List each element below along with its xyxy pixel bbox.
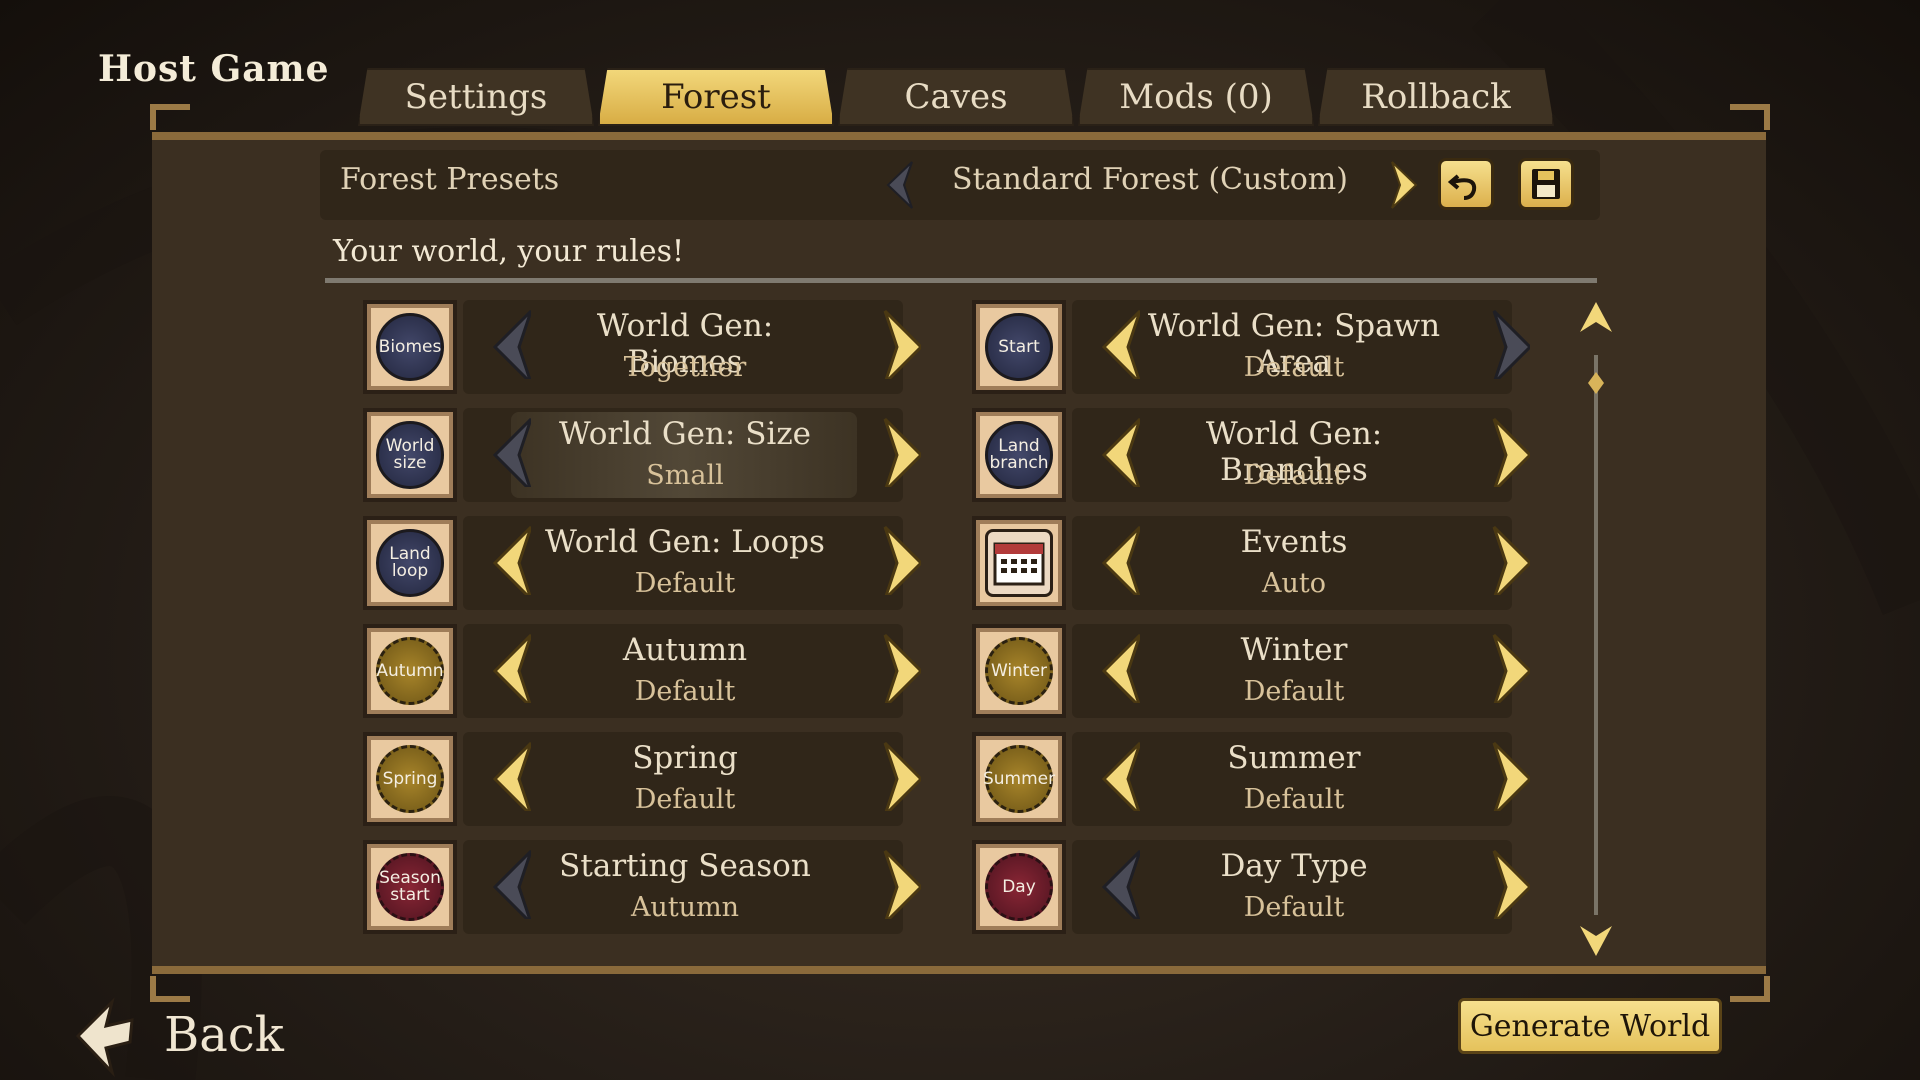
starting-season-next-arrow-icon[interactable] xyxy=(881,847,921,919)
frame-corner-top-right xyxy=(1730,104,1770,130)
tab-caves[interactable]: Caves xyxy=(838,68,1074,126)
starting-season-icon: Season start xyxy=(376,853,444,921)
summer-next-arrow-icon[interactable] xyxy=(1490,739,1530,811)
tab-rollback[interactable]: Rollback xyxy=(1318,68,1554,126)
winter-icon-frame: Winter xyxy=(972,624,1066,718)
option-value: Default xyxy=(634,784,736,815)
spring-icon-frame: Spring xyxy=(363,732,457,826)
world-gen-biomes-icon-frame: Biomes xyxy=(363,300,457,394)
frame-corner-top-left xyxy=(150,104,190,130)
world-gen-spawn-area-prev-arrow-icon[interactable] xyxy=(1100,307,1140,379)
calendar-icon xyxy=(985,529,1053,597)
option-title: World Gen: Loops xyxy=(545,524,825,560)
option-value: Autumn xyxy=(630,892,740,923)
option-value: Auto xyxy=(1262,568,1326,599)
world-gen-spawn-area-icon-frame: Start xyxy=(972,300,1066,394)
option-title: Summer xyxy=(1227,740,1361,776)
world-gen-loops-icon: Land loop xyxy=(376,529,444,597)
divider xyxy=(325,278,1597,283)
autumn-icon: Autumn xyxy=(376,637,444,705)
world-gen-spawn-area-next-arrow-icon[interactable] xyxy=(1490,307,1530,379)
scroll-up-arrow-icon[interactable] xyxy=(1578,300,1614,336)
preset-prev-arrow-icon[interactable] xyxy=(884,160,914,210)
world-gen-size-icon: World size xyxy=(376,421,444,489)
undo-arrow-icon xyxy=(1448,174,1477,200)
spring-next-arrow-icon[interactable] xyxy=(881,739,921,811)
option-title: World Gen: Size xyxy=(558,416,812,452)
winter-icon: Winter xyxy=(985,637,1053,705)
autumn-next-arrow-icon[interactable] xyxy=(881,631,921,703)
scroll-down-arrow-icon[interactable] xyxy=(1578,922,1614,958)
back-button[interactable]: Back xyxy=(72,990,284,1080)
day-type-prev-arrow-icon[interactable] xyxy=(1100,847,1140,919)
generate-world-button[interactable]: Generate World xyxy=(1458,998,1722,1054)
winter-next-arrow-icon[interactable] xyxy=(1490,631,1530,703)
option-title: Starting Season xyxy=(559,848,811,884)
spring-icon: Spring xyxy=(376,745,444,813)
screen-title: Host Game xyxy=(98,48,330,90)
world-gen-loops-next-arrow-icon[interactable] xyxy=(881,523,921,595)
world-gen-biomes-icon: Biomes xyxy=(376,313,444,381)
summer-icon: Summer xyxy=(983,745,1055,813)
option-value: Together xyxy=(623,352,747,383)
option-title: Autumn xyxy=(622,632,748,668)
tab-forest[interactable]: Forest xyxy=(598,68,834,126)
starting-season-prev-arrow-icon[interactable] xyxy=(491,847,531,919)
option-value: Default xyxy=(634,676,736,707)
preset-value: Standard Forest (Custom) xyxy=(952,162,1348,197)
world-gen-branches-icon: Land branch xyxy=(985,421,1053,489)
spring-prev-arrow-icon[interactable] xyxy=(491,739,531,811)
option-title: Winter xyxy=(1240,632,1348,668)
revert-preset-button[interactable] xyxy=(1438,158,1494,210)
option-value: Default xyxy=(634,568,736,599)
world-gen-branches-prev-arrow-icon[interactable] xyxy=(1100,415,1140,487)
winter-prev-arrow-icon[interactable] xyxy=(1100,631,1140,703)
option-title: Events xyxy=(1240,524,1348,560)
frame-corner-bottom-right xyxy=(1730,976,1770,1002)
tagline: Your world, your rules! xyxy=(333,234,685,269)
world-gen-loops-icon-frame: Land loop xyxy=(363,516,457,610)
floppy-disk-icon xyxy=(1532,169,1560,199)
autumn-icon-frame: Autumn xyxy=(363,624,457,718)
preset-next-arrow-icon[interactable] xyxy=(1390,160,1420,210)
events-next-arrow-icon[interactable] xyxy=(1490,523,1530,595)
day-type-icon: Day xyxy=(985,853,1053,921)
option-value: Default xyxy=(1243,676,1345,707)
world-gen-branches-icon-frame: Land branch xyxy=(972,408,1066,502)
tab-settings[interactable]: Settings xyxy=(358,68,594,126)
back-label: Back xyxy=(164,1007,284,1063)
tab-bar: Settings Forest Caves Mods (0) Rollback xyxy=(358,68,1554,126)
option-title: Day Type xyxy=(1220,848,1368,884)
option-value: Default xyxy=(1243,352,1345,383)
world-gen-size-icon-frame: World size xyxy=(363,408,457,502)
option-value: Default xyxy=(1243,892,1345,923)
autumn-prev-arrow-icon[interactable] xyxy=(491,631,531,703)
world-gen-size-prev-arrow-icon[interactable] xyxy=(491,415,531,487)
day-type-icon-frame: Day xyxy=(972,840,1066,934)
summer-prev-arrow-icon[interactable] xyxy=(1100,739,1140,811)
back-hand-icon xyxy=(75,997,134,1078)
tab-mods-0[interactable]: Mods (0) xyxy=(1078,68,1314,126)
world-gen-biomes-prev-arrow-icon[interactable] xyxy=(491,307,531,379)
day-type-next-arrow-icon[interactable] xyxy=(1490,847,1530,919)
world-gen-loops-prev-arrow-icon[interactable] xyxy=(491,523,531,595)
option-title: Spring xyxy=(632,740,738,776)
scrollbar-track[interactable] xyxy=(1594,355,1598,915)
option-value: Default xyxy=(1243,460,1345,491)
summer-icon-frame: Summer xyxy=(972,732,1066,826)
option-value: Default xyxy=(1243,784,1345,815)
scroll-thumb[interactable] xyxy=(1586,370,1606,396)
world-gen-branches-next-arrow-icon[interactable] xyxy=(1490,415,1530,487)
world-gen-size-next-arrow-icon[interactable] xyxy=(881,415,921,487)
events-icon-frame xyxy=(972,516,1066,610)
starting-season-icon-frame: Season start xyxy=(363,840,457,934)
option-value: Small xyxy=(646,460,724,491)
events-prev-arrow-icon[interactable] xyxy=(1100,523,1140,595)
world-gen-biomes-next-arrow-icon[interactable] xyxy=(881,307,921,379)
world-gen-spawn-area-icon: Start xyxy=(985,313,1053,381)
presets-label: Forest Presets xyxy=(340,162,560,197)
save-preset-button[interactable] xyxy=(1518,158,1574,210)
